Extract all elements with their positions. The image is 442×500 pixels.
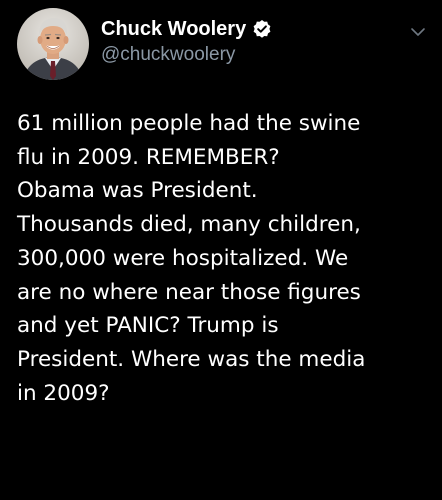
- tweet-text: 61 million people had the swine flu in 2…: [17, 107, 432, 410]
- avatar[interactable]: [17, 8, 89, 80]
- tweet-text-line: 300,000 were hospitalized. We: [17, 245, 349, 271]
- tweet-text-line: in 2009?: [17, 380, 110, 406]
- tweet-text-line: and yet PANIC? Trump is: [17, 313, 279, 339]
- tweet-text-line: 61 million people had the swine: [17, 111, 361, 136]
- tweet-text-line: flu in 2009. REMEMBER?: [17, 144, 280, 170]
- chevron-down-icon[interactable]: [408, 22, 428, 42]
- author-name-row: Chuck Woolery: [101, 16, 272, 42]
- tweet-text-line: President. Where was the media: [17, 346, 366, 372]
- verified-badge-icon: [252, 19, 272, 39]
- author-handle[interactable]: @chuckwoolery: [101, 44, 235, 66]
- tweet-text-line: Obama was President.: [17, 178, 258, 204]
- tweet-text-line: Thousands died, many children,: [17, 212, 361, 238]
- tweet-card: Chuck Woolery @chuckwoolery 61 million p…: [0, 0, 442, 500]
- tweet-text-line: are no where near those figures: [17, 279, 361, 305]
- author-display-name[interactable]: Chuck Woolery: [101, 18, 246, 41]
